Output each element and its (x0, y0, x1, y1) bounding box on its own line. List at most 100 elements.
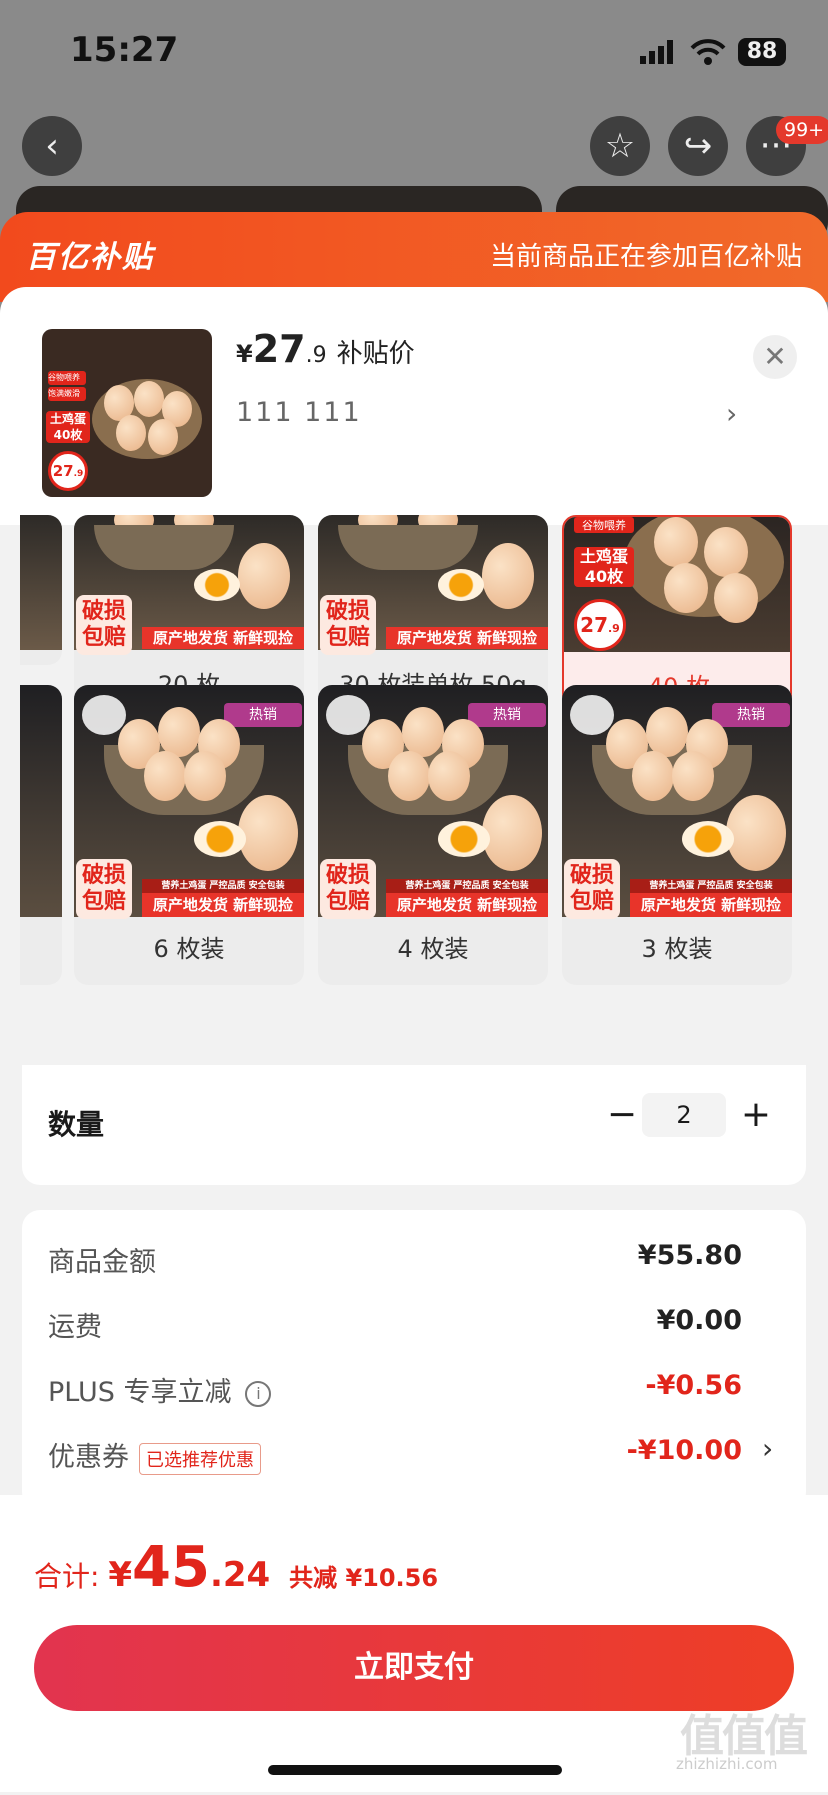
quantity-decrease-button[interactable]: − (602, 1093, 642, 1137)
hot-tag: 热销 (712, 703, 790, 727)
option-band-top: 营养土鸡蛋 严控品质 安全包装 (386, 879, 548, 893)
price-decimal: .9 (305, 343, 327, 368)
option-band: 原产地发货 新鲜现捡 (386, 893, 548, 917)
option-pobao: 破损 包赔 (320, 595, 377, 655)
option-band-top: 营养土鸡蛋 严控品质 安全包装 (142, 879, 304, 893)
option-image: 热销 破损 包赔 营养土鸡蛋 严控品质 安全包装 原产地发货 新鲜现捡 (562, 685, 792, 919)
battery-indicator: 88 (738, 38, 786, 66)
plus-discount-label: PLUS 专享立减 (48, 1377, 232, 1408)
option-pobao: 破损 包赔 (564, 859, 621, 919)
quantity-input[interactable]: 2 (642, 1093, 726, 1137)
favorite-button[interactable]: ☆ (590, 116, 650, 176)
status-bar: 15:27 88 (0, 0, 828, 110)
total-currency: ¥ (108, 1555, 133, 1595)
option-tag-dec: .9 (608, 622, 620, 635)
option-band: 原产地发货 新鲜现捡 (630, 893, 792, 917)
option-pobao: 破损 包赔 (76, 859, 133, 919)
checkout-bar: 合计: ¥45.24 共减 ¥10.56 立即支付 值值值 zhizhizhi.… (0, 1495, 828, 1792)
option-band-top: 营养土鸡蛋 严控品质 安全包装 (630, 879, 792, 893)
shipping-label: 运费 (48, 1312, 102, 1343)
option-card[interactable]: 热销 破损 包赔 营养土鸡蛋 严控品质 安全包装 原产地发货 新鲜现捡 3 枚装 (562, 685, 792, 985)
product-thumbnail: 谷物喂养 饱满嫩滑 土鸡蛋 40枚 27.9 (42, 329, 212, 497)
home-indicator (268, 1765, 562, 1775)
notification-badge: 99+ (776, 116, 828, 144)
option-image: 热销 破损 包赔 营养土鸡蛋 严控品质 安全包装 原产地发货 新鲜现捡 (318, 685, 548, 919)
option-count: 40枚 (584, 567, 624, 586)
subsidy-note: 当前商品正在参加百亿补贴 (489, 242, 802, 272)
option-feature: 谷物喂养 (574, 517, 634, 533)
coupon-row[interactable]: 优惠券 已选推荐优惠 -¥10.00 (48, 1435, 768, 1483)
option-tag-price: 27 (580, 613, 608, 637)
close-button[interactable]: ✕ (753, 335, 797, 379)
selected-spec[interactable]: 111 111 (236, 397, 362, 428)
quantity-section: 数量 − 2 + (22, 1065, 806, 1185)
thumb-count: 40枚 (53, 428, 83, 442)
plus-discount-value: -¥0.56 (645, 1370, 742, 1401)
total-decimal: .24 (209, 1555, 271, 1595)
option-title: 土鸡蛋 (579, 547, 628, 566)
option-image: 热销 破损 包赔 营养土鸡蛋 严控品质 安全包装 原产地发货 新鲜现捡 (74, 685, 304, 919)
watermark-url: zhizhizhi.com (676, 1755, 778, 1773)
option-image: 谷物喂养 土鸡蛋 40枚 27.9 (564, 517, 790, 652)
chevron-right-icon[interactable]: › (726, 397, 737, 430)
option-pobao: 破损 包赔 (76, 595, 133, 655)
option-card-partial[interactable] (20, 515, 62, 665)
signal-icon (640, 40, 673, 64)
price-label: 补贴价 (336, 339, 415, 369)
goods-amount-label: 商品金额 (48, 1247, 156, 1278)
chevron-left-icon: ‹ (45, 126, 59, 166)
coupon-chevron-icon[interactable]: › (762, 1432, 773, 1465)
total-savings: 共减 ¥10.56 (289, 1564, 439, 1592)
option-band: 原产地发货 新鲜现捡 (386, 627, 548, 649)
coupon-value: -¥10.00 (626, 1435, 742, 1466)
thumb-tag-price: 27 (52, 462, 74, 480)
product-price: ¥27.9 补贴价 (236, 327, 415, 371)
shipping-row: 运费 ¥0.00 (48, 1305, 768, 1353)
quantity-increase-button[interactable]: + (736, 1093, 776, 1137)
option-label: 3 枚装 (641, 935, 713, 963)
back-button[interactable]: ‹ (22, 116, 82, 176)
thumb-feature-2: 饱满嫩滑 (48, 387, 86, 401)
thumb-tag-dec: .9 (73, 469, 84, 479)
wifi-icon (690, 39, 726, 65)
option-pobao: 破损 包赔 (320, 859, 377, 919)
info-icon[interactable]: i (245, 1380, 272, 1407)
share-icon: ↪ (683, 126, 713, 166)
checkout-sheet: 百亿补贴 当前商品正在参加百亿补贴 谷物喂养 饱满嫩滑 土鸡蛋 40枚 27.9… (0, 212, 828, 1795)
option-label: 4 枚装 (397, 935, 469, 963)
thumb-feature-1: 谷物喂养 (48, 371, 86, 385)
hot-tag: 热销 (468, 703, 546, 727)
quantity-label: 数量 (48, 1108, 105, 1141)
option-card[interactable]: 热销 破损 包赔 营养土鸡蛋 严控品质 安全包装 原产地发货 新鲜现捡 6 枚装 (74, 685, 304, 985)
total-label: 合计: (34, 1560, 100, 1593)
star-icon: ☆ (604, 126, 636, 166)
option-card[interactable]: 热销 破损 包赔 营养土鸡蛋 严控品质 安全包装 原产地发货 新鲜现捡 4 枚装 (318, 685, 548, 985)
shipping-value: ¥0.00 (656, 1305, 742, 1336)
brand-logo (82, 695, 126, 735)
option-band: 原产地发货 新鲜现捡 (142, 893, 304, 917)
option-card-partial-2[interactable] (20, 685, 62, 985)
price-currency: ¥ (236, 340, 253, 368)
share-button[interactable]: ↪ (668, 116, 728, 176)
option-label: 6 枚装 (153, 935, 225, 963)
product-header: 谷物喂养 饱满嫩滑 土鸡蛋 40枚 27.9 ¥27.9 补贴价 111 111 … (0, 287, 828, 527)
option-band: 原产地发货 新鲜现捡 (142, 627, 304, 649)
price-summary: 商品金额 ¥55.80 运费 ¥0.00 PLUS 专享立减 i -¥0.56 优… (22, 1210, 806, 1510)
coupon-label: 优惠券 (48, 1442, 129, 1473)
thumb-title: 土鸡蛋 (49, 412, 86, 426)
price-integer: 27 (252, 327, 306, 371)
status-time: 15:27 (70, 30, 179, 70)
subsidy-brand: 百亿补贴 (26, 240, 154, 275)
coupon-chip: 已选推荐优惠 (139, 1442, 261, 1475)
brand-logo (326, 695, 370, 735)
goods-amount-value: ¥55.80 (637, 1240, 742, 1271)
option-image: 破损 包赔 原产地发货 新鲜现捡 (318, 515, 548, 655)
close-icon: ✕ (763, 340, 787, 373)
brand-logo (570, 695, 614, 735)
pay-now-button[interactable]: 立即支付 (34, 1625, 794, 1711)
total-integer: 45 (132, 1535, 210, 1600)
total-price: 合计: ¥45.24 共减 ¥10.56 (34, 1535, 438, 1600)
option-image: 破损 包赔 原产地发货 新鲜现捡 (74, 515, 304, 655)
goods-amount-row: 商品金额 ¥55.80 (48, 1240, 768, 1288)
hot-tag: 热销 (224, 703, 302, 727)
